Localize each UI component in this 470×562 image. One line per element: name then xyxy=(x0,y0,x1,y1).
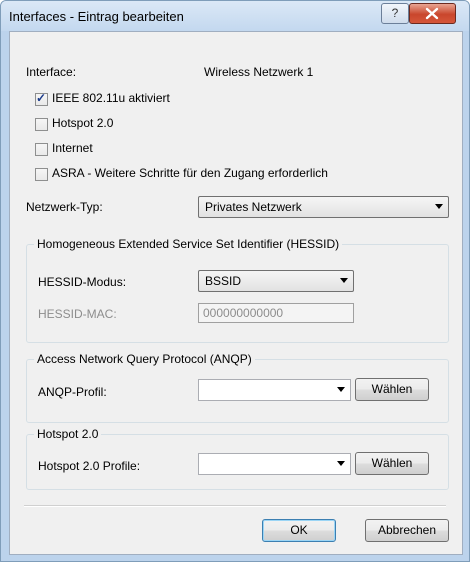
hotspot-select-button[interactable]: Wählen xyxy=(355,452,429,475)
network-type-value: Privates Netzwerk xyxy=(205,200,302,214)
hessid-mac-label: HESSID-MAC: xyxy=(38,307,117,321)
dialog-content: Interface: Wireless Netzwerk 1 ✓ IEEE 80… xyxy=(9,31,463,555)
hessid-group-title: Homogeneous Extended Service Set Identif… xyxy=(34,237,343,251)
ieee80211u-label[interactable]: IEEE 802.11u aktiviert xyxy=(52,91,170,105)
chevron-down-icon xyxy=(435,204,443,209)
network-type-select[interactable]: Privates Netzwerk xyxy=(198,196,449,218)
hotspot20-label[interactable]: Hotspot 2.0 xyxy=(52,116,113,130)
help-icon: ? xyxy=(391,6,399,20)
title-bar[interactable]: Interfaces - Eintrag bearbeiten ? xyxy=(1,1,469,31)
checkmark-icon: ✓ xyxy=(36,91,47,105)
hessid-mode-label: HESSID-Modus: xyxy=(38,275,127,289)
ok-button[interactable]: OK xyxy=(262,519,336,542)
dialog-window: Interfaces - Eintrag bearbeiten ? Interf… xyxy=(0,0,470,562)
asra-checkbox[interactable] xyxy=(35,168,48,181)
hotspot-profile-label: Hotspot 2.0 Profile: xyxy=(38,459,141,473)
help-button[interactable]: ? xyxy=(381,3,409,24)
close-button[interactable] xyxy=(409,3,456,24)
hotspot-group-title: Hotspot 2.0 xyxy=(34,427,102,441)
network-type-label: Netzwerk-Typ: xyxy=(26,200,103,214)
cancel-button[interactable]: Abbrechen xyxy=(365,519,449,542)
hessid-mode-value: BSSID xyxy=(205,274,242,288)
interface-value: Wireless Netzwerk 1 xyxy=(204,65,314,79)
anqp-profile-label: ANQP-Profil: xyxy=(38,385,107,399)
close-icon xyxy=(425,7,439,20)
hotspot-profile-select[interactable] xyxy=(198,453,351,475)
divider xyxy=(24,505,446,507)
window-title: Interfaces - Eintrag bearbeiten xyxy=(9,9,184,24)
hessid-mac-input[interactable]: 000000000000 xyxy=(198,303,354,323)
internet-checkbox[interactable] xyxy=(35,143,48,156)
hessid-mode-select[interactable]: BSSID xyxy=(198,270,354,292)
hessid-group xyxy=(26,244,449,343)
chevron-down-icon xyxy=(337,461,345,466)
chevron-down-icon xyxy=(337,387,345,392)
asra-label[interactable]: ASRA - Weitere Schritte für den Zugang e… xyxy=(52,166,328,180)
internet-label[interactable]: Internet xyxy=(52,141,93,155)
hessid-mac-value: 000000000000 xyxy=(203,306,284,320)
anqp-select-button[interactable]: Wählen xyxy=(355,378,429,401)
chevron-down-icon xyxy=(340,278,348,283)
anqp-profile-select[interactable] xyxy=(198,379,351,401)
interface-label: Interface: xyxy=(26,65,77,79)
anqp-group-title: Access Network Query Protocol (ANQP) xyxy=(34,352,255,366)
hotspot20-checkbox[interactable] xyxy=(35,118,48,131)
ieee80211u-checkbox[interactable]: ✓ xyxy=(35,91,48,106)
